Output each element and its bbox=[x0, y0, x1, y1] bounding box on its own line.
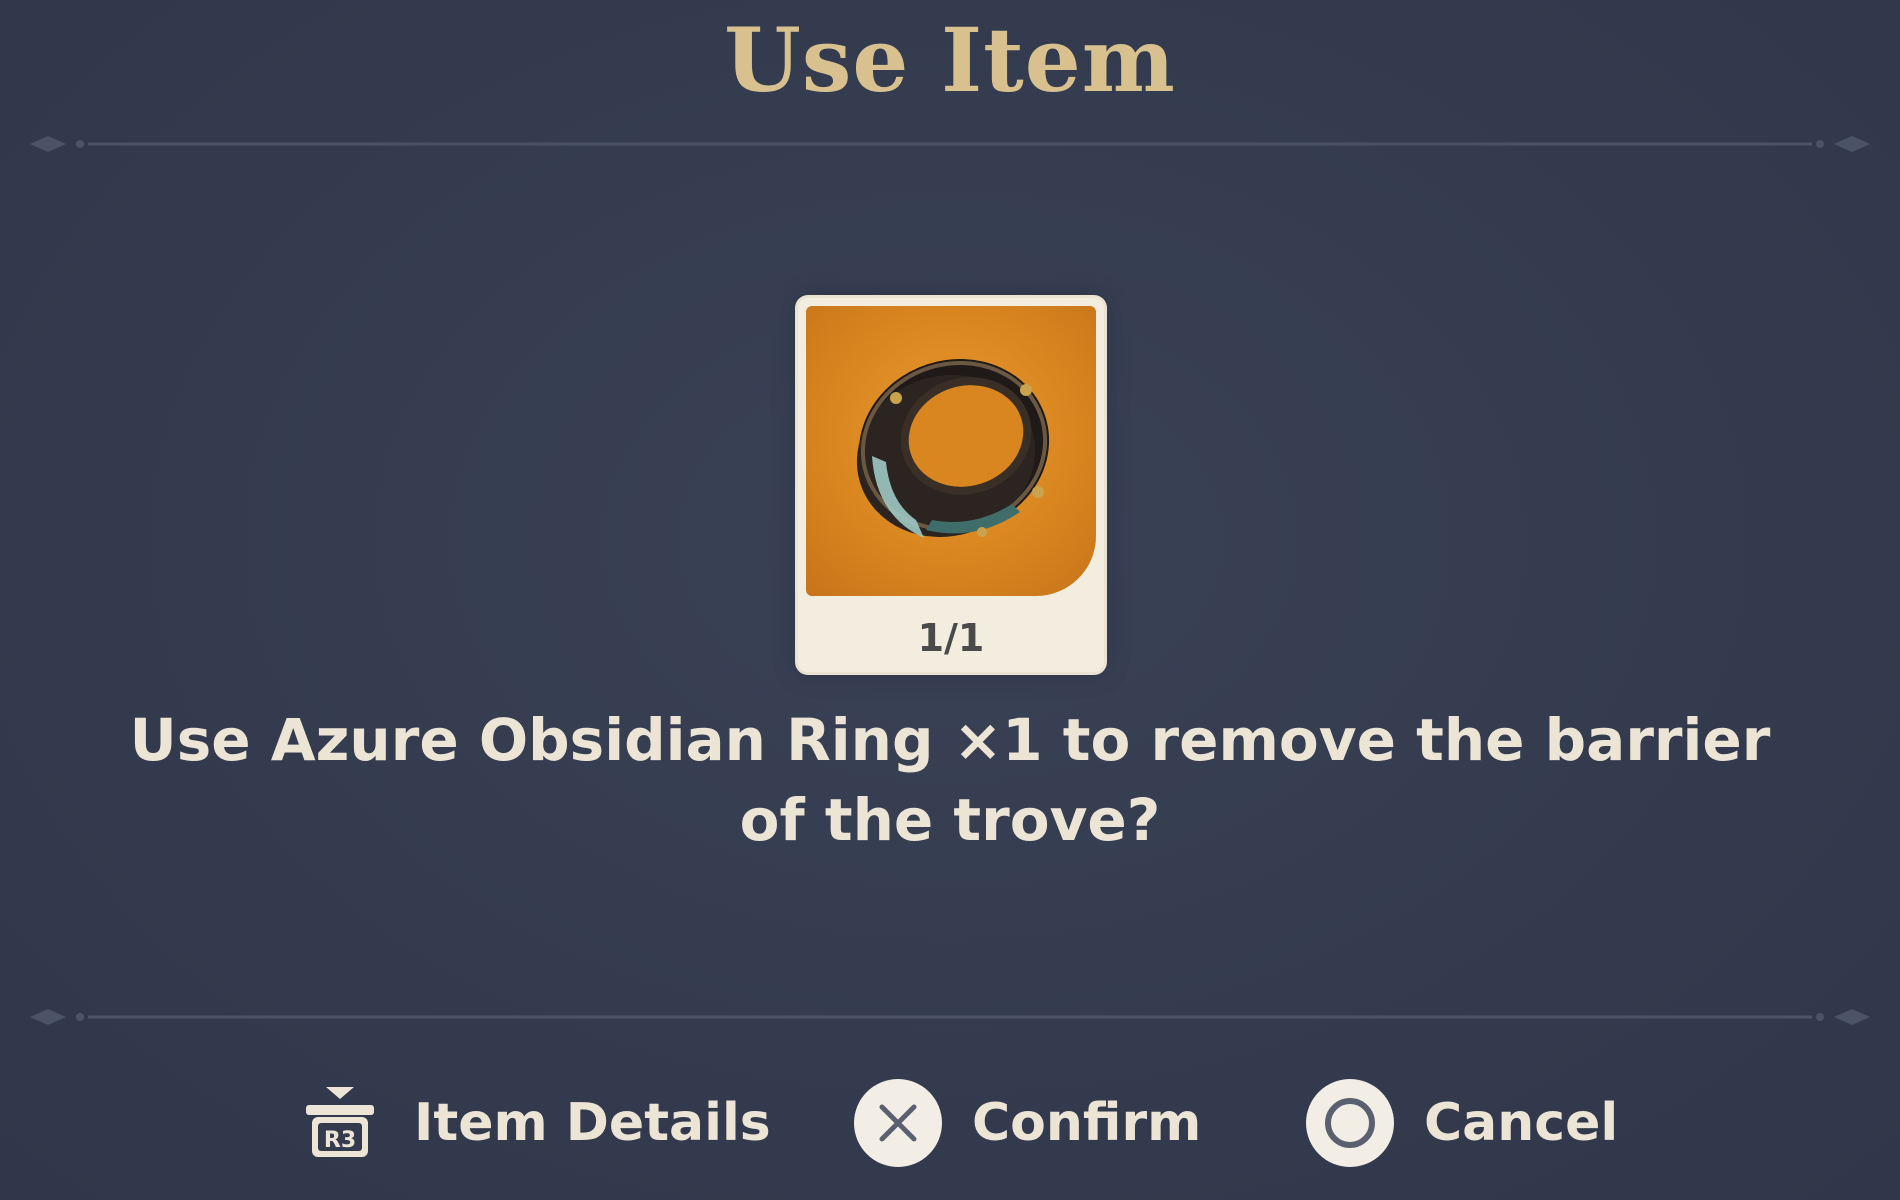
confirmation-message: Use Azure Obsidian Ring ×1 to remove the… bbox=[100, 700, 1800, 860]
bottom-divider bbox=[30, 1009, 1870, 1025]
cancel-button[interactable]: Cancel bbox=[1302, 1068, 1618, 1178]
item-details-button[interactable]: R3 Item Details bbox=[292, 1068, 771, 1178]
dialog-title: Use Item bbox=[724, 8, 1176, 112]
cross-button-icon bbox=[850, 1075, 946, 1171]
r3-button-icon: R3 bbox=[292, 1075, 388, 1171]
top-divider bbox=[30, 136, 1870, 152]
circle-button-icon bbox=[1302, 1075, 1398, 1171]
ring-icon bbox=[856, 358, 1050, 538]
message-line-1: Use Azure Obsidian Ring ×1 to remove the… bbox=[129, 706, 1771, 774]
item-details-label: Item Details bbox=[414, 1093, 771, 1153]
item-art bbox=[806, 306, 1096, 596]
action-bar: R3 Item Details Confirm Cancel bbox=[0, 1068, 1900, 1178]
message-line-2: of the trove? bbox=[739, 786, 1161, 854]
confirm-label: Confirm bbox=[972, 1093, 1202, 1153]
item-card[interactable]: 1/1 bbox=[798, 298, 1104, 672]
use-item-dialog: Use Item 1/1 Use Azure Obsidian Ring ×1 … bbox=[0, 0, 1900, 1200]
item-count: 1/1 bbox=[917, 616, 985, 660]
r3-label: R3 bbox=[324, 1128, 356, 1153]
confirm-button[interactable]: Confirm bbox=[850, 1068, 1201, 1178]
cancel-label: Cancel bbox=[1424, 1093, 1619, 1153]
